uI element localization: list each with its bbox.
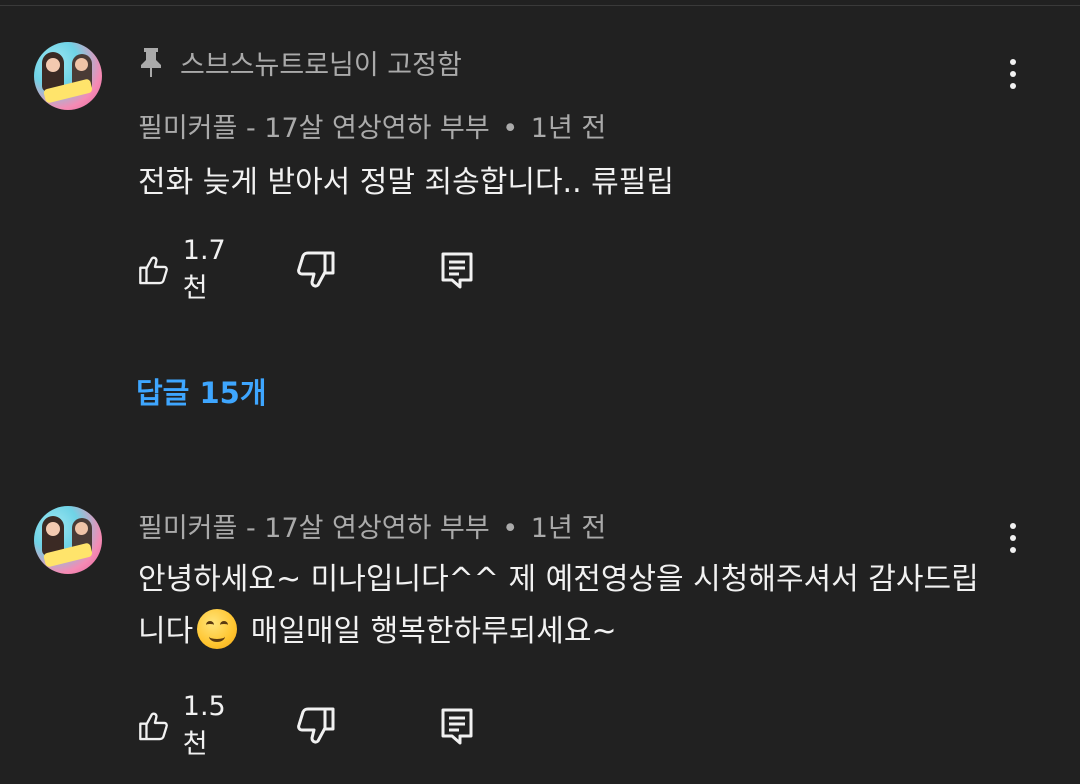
avatar-face-left (46, 522, 60, 536)
comment-text-line: 안녕하세요~ 미나입니다^^ 제 예전영상을 시청해주셔서 감사드립 (138, 562, 979, 597)
comment-text-segment: 매일매일 행복한하루되세요~ (241, 614, 617, 649)
comment: 필미커플 - 17살 연상연하 부부 • 1년 전 안녕하세요~ 미나입니다^^… (0, 0, 1080, 784)
avatar-face-right (75, 522, 88, 535)
meta-dot: • (502, 513, 519, 544)
comment-text: 안녕하세요~ 미나입니다^^ 제 예전영상을 시청해주셔서 감사드립 니다 매일… (138, 554, 1018, 658)
like-count: 1.5천 (182, 691, 226, 760)
comment-meta: 필미커플 - 17살 연상연하 부부 • 1년 전 (138, 506, 606, 545)
thumbs-down-icon (297, 707, 335, 744)
thumbs-up-icon (139, 712, 168, 741)
author-name[interactable]: 필미커플 - 17살 연상연하 부부 (138, 513, 490, 544)
reply-icon (441, 708, 473, 745)
like-button[interactable]: 1.5천 (138, 691, 235, 760)
comment-text-segment: 니다 (138, 614, 194, 649)
comment-text-line: 니다 매일매일 행복한하루되세요~ (138, 606, 1018, 658)
smiling-face-icon (197, 609, 238, 649)
comment-time[interactable]: 1년 전 (531, 513, 606, 544)
avatar[interactable] (34, 506, 102, 574)
more-dot (1010, 535, 1016, 541)
more-dot (1010, 547, 1016, 553)
reply-button[interactable] (440, 704, 474, 748)
dislike-button[interactable] (296, 704, 336, 748)
more-dot (1010, 523, 1016, 529)
